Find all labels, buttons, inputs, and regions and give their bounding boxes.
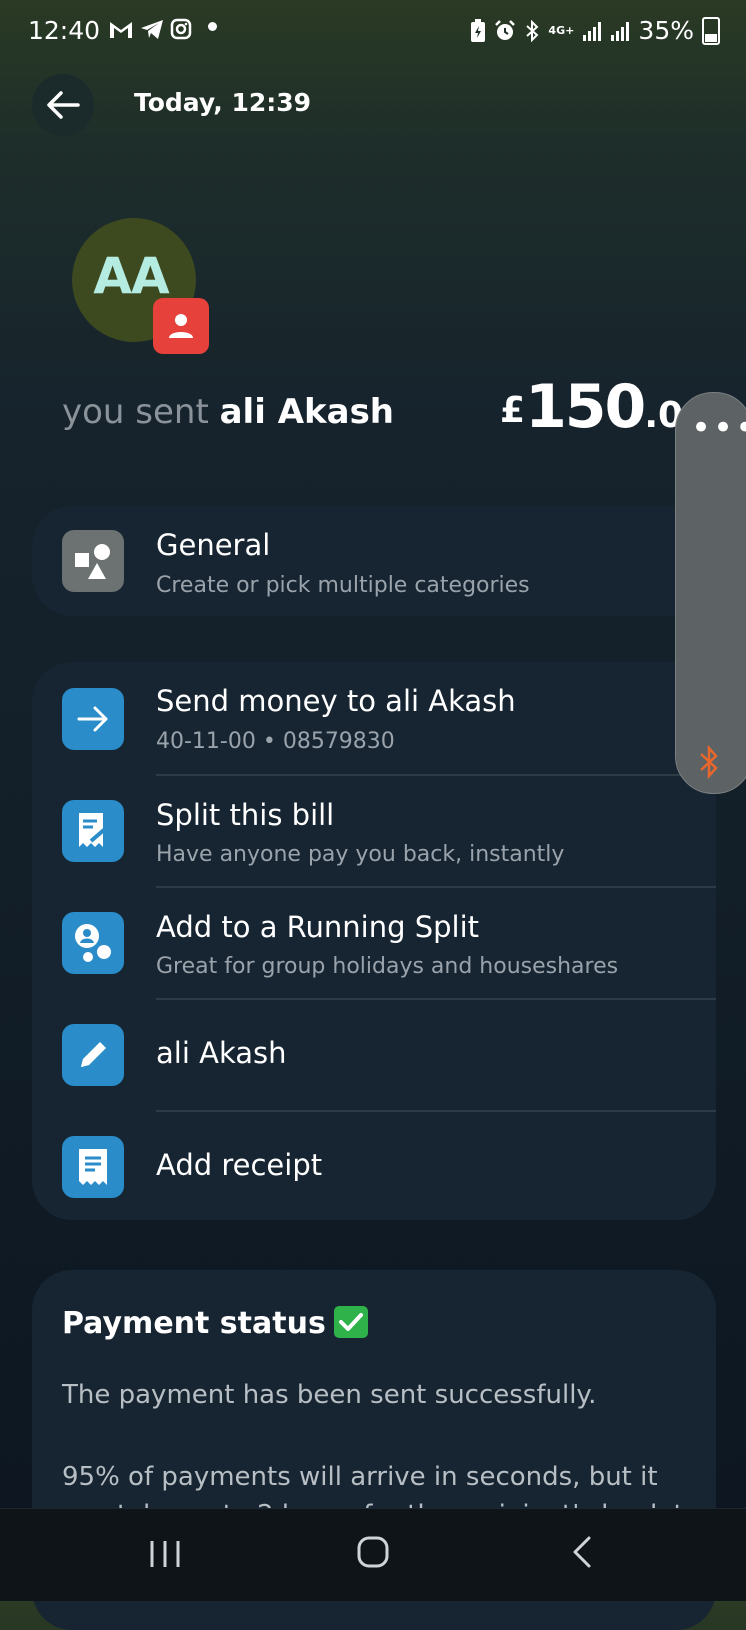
running-split-icon-box xyxy=(62,912,124,974)
split-bill-subtitle: Have anyone pay you back, instantly xyxy=(156,842,565,867)
notification-dot xyxy=(208,22,217,31)
battery-saver-icon xyxy=(471,18,486,42)
amount-currency: £ xyxy=(500,390,526,431)
status-right: 4G+ 35% xyxy=(470,16,720,45)
payment-status-line1: The payment has been sent successfully. xyxy=(62,1380,597,1410)
person-icon xyxy=(169,314,193,338)
split-bill-icon-box xyxy=(62,800,124,862)
receipt-icon xyxy=(79,1149,107,1185)
amount-integer: 150 xyxy=(525,372,646,442)
running-split-icon xyxy=(75,924,111,962)
page-title: Today, 12:39 xyxy=(134,88,312,117)
signal-icon xyxy=(583,21,602,41)
check-icon xyxy=(333,1305,368,1338)
payment-status-line2: 95% of payments will arrive in seconds, … xyxy=(62,1462,658,1492)
arrow-left-icon xyxy=(47,91,80,119)
arrow-right-icon xyxy=(77,706,108,732)
send-money-row[interactable] xyxy=(32,662,672,774)
telegram-icon xyxy=(141,20,163,39)
notification-icons xyxy=(108,18,192,40)
category-title: General xyxy=(156,528,271,562)
add-receipt-row[interactable] xyxy=(32,1112,716,1220)
battery-percent: 35% xyxy=(638,16,694,45)
home-icon[interactable] xyxy=(356,1535,390,1569)
send-money-icon xyxy=(62,688,124,750)
category-card[interactable] xyxy=(32,506,732,616)
recent-apps-icon[interactable] xyxy=(148,1539,182,1569)
running-split-title: Add to a Running Split xyxy=(156,910,480,944)
send-money-title: Send money to ali Akash xyxy=(156,684,516,718)
signal-icon xyxy=(611,21,630,41)
category-subtitle: Create or pick multiple categories xyxy=(156,573,530,598)
floating-side-panel[interactable] xyxy=(675,392,746,794)
network-type: 4G+ xyxy=(548,24,575,37)
category-icon xyxy=(62,530,124,592)
alarm-icon xyxy=(495,19,516,40)
more-options-icon[interactable]: ••• xyxy=(691,408,746,448)
gmail-icon xyxy=(110,22,132,38)
back-button[interactable] xyxy=(32,74,94,136)
pencil-icon xyxy=(81,1042,106,1067)
battery-icon xyxy=(702,16,720,45)
split-bill-row[interactable] xyxy=(32,776,716,886)
running-split-subtitle: Great for group holidays and houseshares xyxy=(156,954,619,979)
edit-name-title: ali Akash xyxy=(156,1036,287,1070)
add-receipt-title: Add receipt xyxy=(156,1148,323,1182)
send-money-subtitle: 40-11-00 • 08579830 xyxy=(156,729,395,754)
add-receipt-icon-box xyxy=(62,1136,124,1198)
system-nav-bar xyxy=(0,1508,746,1601)
avatar-initials: AA xyxy=(93,247,169,305)
split-bill-icon xyxy=(79,813,107,847)
payment-status-title: Payment status xyxy=(62,1305,368,1341)
bluetooth-icon xyxy=(526,19,539,42)
edit-name-row[interactable] xyxy=(32,1000,716,1110)
contact-badge xyxy=(153,298,209,354)
transaction-summary: you sent ali Akash xyxy=(62,392,394,432)
recipient-name: ali Akash xyxy=(219,392,395,432)
status-time: 12:40 xyxy=(28,16,101,45)
split-bill-title: Split this bill xyxy=(156,798,335,832)
shapes-icon xyxy=(75,544,110,579)
instagram-icon xyxy=(170,18,192,40)
edit-name-icon-box xyxy=(62,1024,124,1086)
status-bar: 12:40 4G+ 35% xyxy=(0,0,746,66)
bluetooth-icon[interactable] xyxy=(696,745,722,779)
nav-back-icon[interactable] xyxy=(570,1535,594,1569)
sent-prefix: you sent xyxy=(62,392,209,432)
payment-status-label: Payment status xyxy=(62,1306,326,1341)
